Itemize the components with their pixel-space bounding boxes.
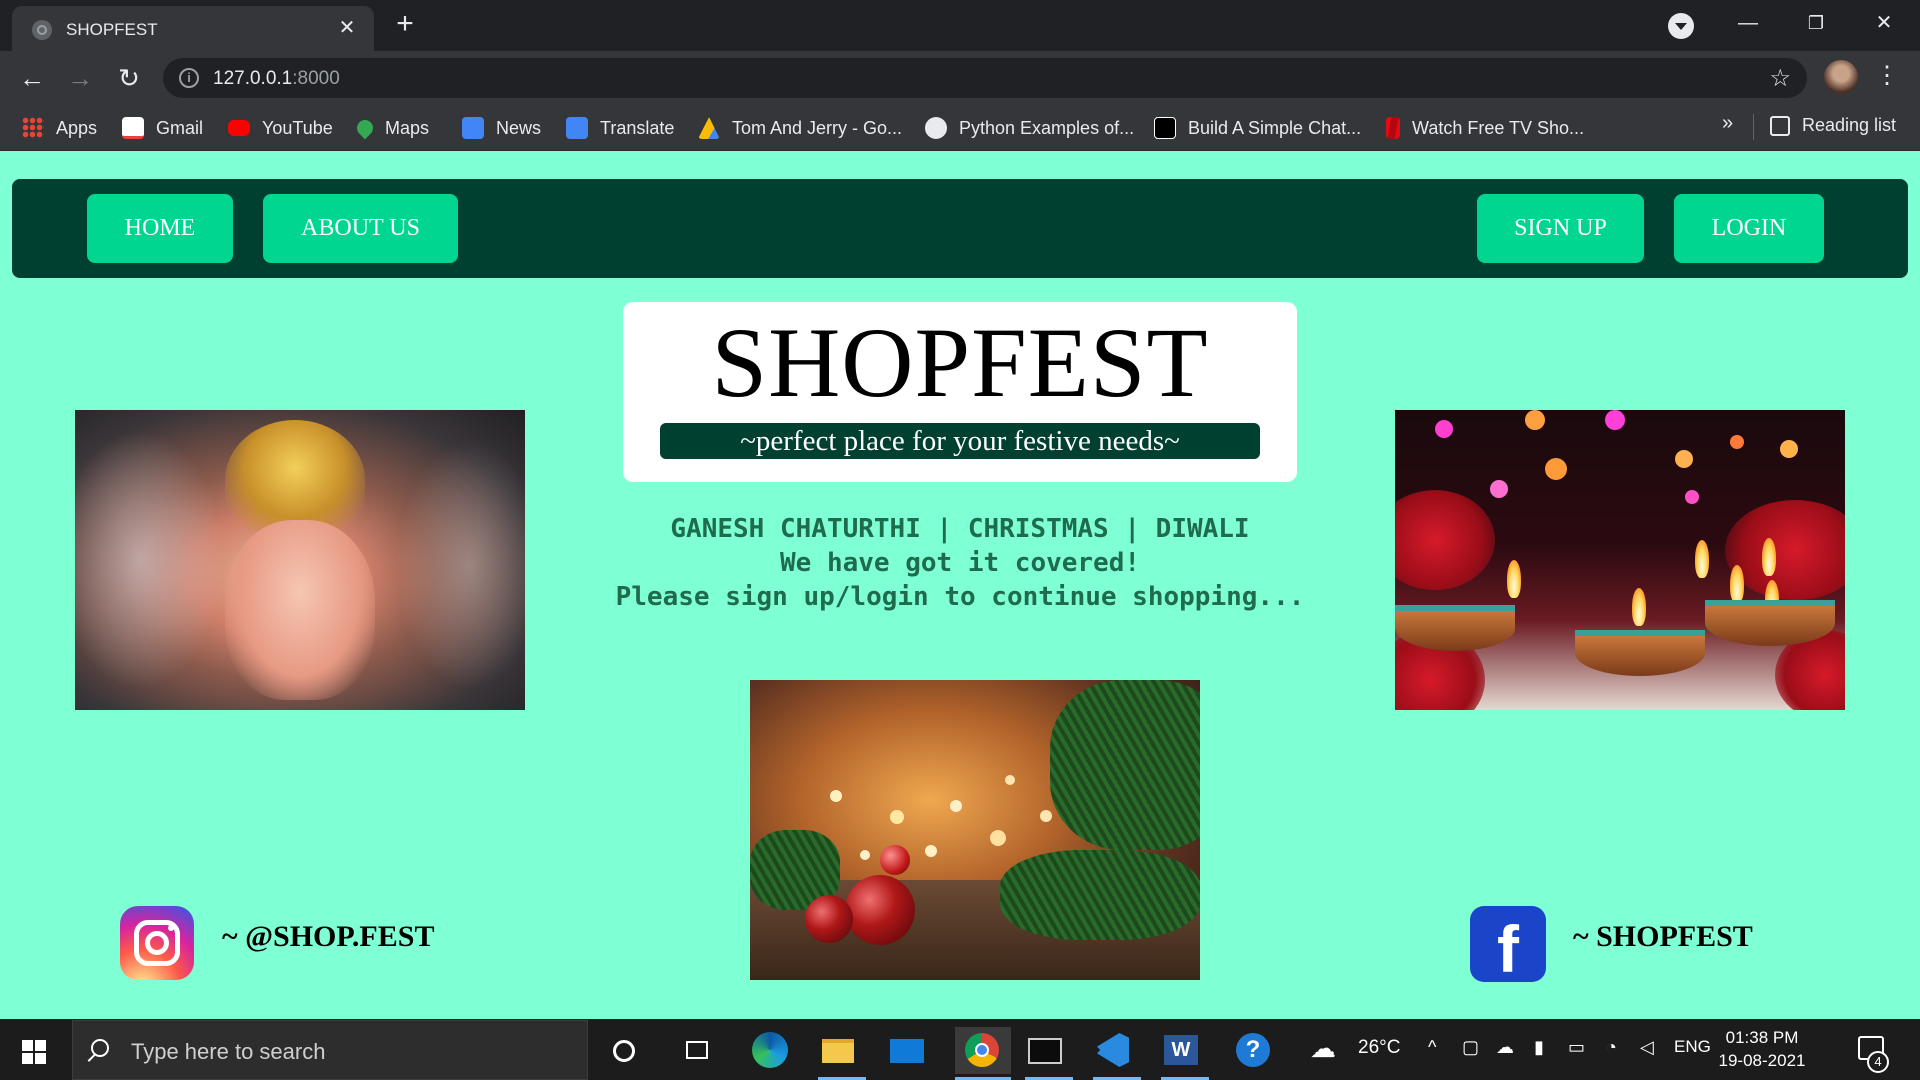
bookmark-apps[interactable]: Apps xyxy=(22,115,97,141)
more-bookmarks-icon[interactable]: » xyxy=(1722,112,1733,135)
weather-cloud-icon[interactable]: ☁ xyxy=(1310,1033,1336,1064)
minimize-icon[interactable]: — xyxy=(1730,8,1766,38)
bookmark-build-chat[interactable]: Build A Simple Chat... xyxy=(1154,115,1361,141)
help-icon[interactable]: ? xyxy=(1232,1031,1272,1069)
login-button[interactable]: LOGIN xyxy=(1674,194,1824,263)
instagram-icon[interactable] xyxy=(120,906,194,980)
taskbar-search-box[interactable]: Type here to search xyxy=(72,1020,588,1080)
youtube-icon xyxy=(228,120,250,136)
word-icon[interactable]: W xyxy=(1161,1031,1201,1069)
covered-line: We have got it covered! xyxy=(779,548,1141,578)
cortana-icon[interactable] xyxy=(603,1031,643,1069)
gmail-icon xyxy=(122,117,144,139)
url-text[interactable]: 127.0.0.1:8000 xyxy=(213,68,340,90)
info-icon[interactable]: i xyxy=(179,68,199,88)
apps-grid-icon xyxy=(22,117,44,139)
mail-icon[interactable] xyxy=(887,1031,927,1069)
search-placeholder: Type here to search xyxy=(131,1039,326,1064)
meet-now-icon[interactable]: ▢ xyxy=(1462,1037,1479,1058)
taskbar-clock[interactable]: 01:38 PM 19-08-2021 xyxy=(1710,1026,1814,1072)
facebook-icon[interactable]: f xyxy=(1470,906,1546,986)
bookmark-translate[interactable]: Translate xyxy=(566,115,674,141)
site-title: SHOPFEST xyxy=(711,307,1209,418)
ganesh-image xyxy=(75,410,525,710)
show-hidden-icons[interactable]: ^ xyxy=(1428,1037,1436,1058)
wifi-icon[interactable]: ◔ xyxy=(1606,1037,1617,1058)
windows-taskbar: Type here to search W ? ☁ 26°C ^ ▢ ☁ ▮ ▭… xyxy=(0,1019,1920,1080)
home-button[interactable]: HOME xyxy=(87,194,233,263)
facebook-handle: ~ SHOPFEST xyxy=(1573,920,1753,953)
bookmark-separator xyxy=(1753,114,1754,140)
bookmark-news[interactable]: News xyxy=(462,115,541,141)
bookmark-gmail[interactable]: Gmail xyxy=(122,115,203,141)
reload-icon[interactable]: ↻ xyxy=(114,63,144,93)
sign-up-button[interactable]: SIGN UP xyxy=(1477,194,1644,263)
restore-icon[interactable]: ❐ xyxy=(1798,8,1834,38)
bookmark-python-examples[interactable]: Python Examples of... xyxy=(925,115,1134,141)
bookmarks-bar: Apps Gmail YouTube Maps News Translate T… xyxy=(0,105,1920,151)
diya-image xyxy=(1395,410,1845,710)
brand-box: SHOPFEST ~perfect place for your festive… xyxy=(623,302,1297,482)
close-window-icon[interactable]: ✕ xyxy=(1866,8,1902,38)
microphone-icon[interactable]: ▮ xyxy=(1534,1037,1544,1058)
browser-tab-bar: SHOPFEST ✕ + — ❐ ✕ xyxy=(0,0,1920,51)
about-us-button[interactable]: ABOUT US xyxy=(263,194,458,263)
new-tab-icon[interactable]: + xyxy=(390,9,420,40)
maps-pin-icon xyxy=(353,116,377,140)
christmas-image xyxy=(750,680,1200,980)
volume-icon[interactable]: ◁ xyxy=(1640,1037,1654,1058)
site-navbar: HOME ABOUT US SIGN UP LOGIN xyxy=(12,179,1908,278)
language-indicator[interactable]: ENG xyxy=(1674,1037,1711,1057)
vscode-icon[interactable] xyxy=(1093,1031,1133,1069)
back-icon[interactable]: ← xyxy=(17,63,47,93)
weather-temperature[interactable]: 26°C xyxy=(1358,1037,1400,1059)
notification-count: 4 xyxy=(1867,1051,1889,1073)
bookmark-youtube[interactable]: YouTube xyxy=(228,115,333,141)
forward-icon[interactable]: → xyxy=(65,63,95,93)
news-icon xyxy=(462,117,484,139)
instagram-handle: ~ @SHOP.FEST xyxy=(222,920,435,953)
netflix-icon xyxy=(1386,117,1400,139)
bookmark-watch-tv[interactable]: Watch Free TV Sho... xyxy=(1386,115,1584,141)
festivals-line: GANESH CHATURTHI | CHRISTMAS | DIWALI xyxy=(670,514,1250,544)
onedrive-icon[interactable]: ☁ xyxy=(1496,1037,1514,1058)
profile-avatar[interactable] xyxy=(1824,60,1858,94)
translate-icon xyxy=(566,117,588,139)
reading-list-button[interactable]: Reading list xyxy=(1770,115,1896,136)
drive-icon xyxy=(698,117,720,139)
reading-list-icon xyxy=(1770,115,1790,136)
address-bar[interactable]: i 127.0.0.1:8000 ☆ xyxy=(163,58,1807,98)
task-view-icon[interactable] xyxy=(676,1031,716,1069)
bookmark-maps[interactable]: Maps xyxy=(353,115,429,141)
tab-search-icon[interactable] xyxy=(1668,13,1694,39)
browser-toolbar: ← → ↻ i 127.0.0.1:8000 ☆ ⋮ xyxy=(0,51,1920,105)
close-tab-icon[interactable]: ✕ xyxy=(334,15,360,41)
bookmark-star-icon[interactable]: ☆ xyxy=(1769,64,1791,93)
edge-icon[interactable] xyxy=(750,1031,790,1069)
search-icon xyxy=(91,1039,109,1057)
browser-tab[interactable]: SHOPFEST ✕ xyxy=(12,6,374,51)
menu-icon[interactable]: ⋮ xyxy=(1875,61,1899,95)
clock-time: 01:38 PM xyxy=(1725,1028,1799,1047)
globe-icon xyxy=(32,20,52,40)
tab-title: SHOPFEST xyxy=(66,20,158,39)
windows-start-icon[interactable] xyxy=(22,1040,46,1064)
globe-icon xyxy=(925,117,947,139)
medium-icon xyxy=(1154,117,1176,139)
chrome-icon[interactable] xyxy=(955,1027,1011,1074)
battery-icon[interactable]: ▭ xyxy=(1568,1037,1585,1058)
file-explorer-icon[interactable] xyxy=(818,1031,858,1069)
terminal-icon[interactable] xyxy=(1025,1031,1065,1069)
clock-date: 19-08-2021 xyxy=(1718,1051,1806,1070)
site-tagline: ~perfect place for your festive needs~ xyxy=(660,423,1260,459)
signup-prompt-line: Please sign up/login to continue shoppin… xyxy=(615,582,1305,612)
page-content: HOME ABOUT US SIGN UP LOGIN SHOPFEST ~pe… xyxy=(0,152,1920,1019)
bookmark-tom-and-jerry[interactable]: Tom And Jerry - Go... xyxy=(698,115,902,141)
